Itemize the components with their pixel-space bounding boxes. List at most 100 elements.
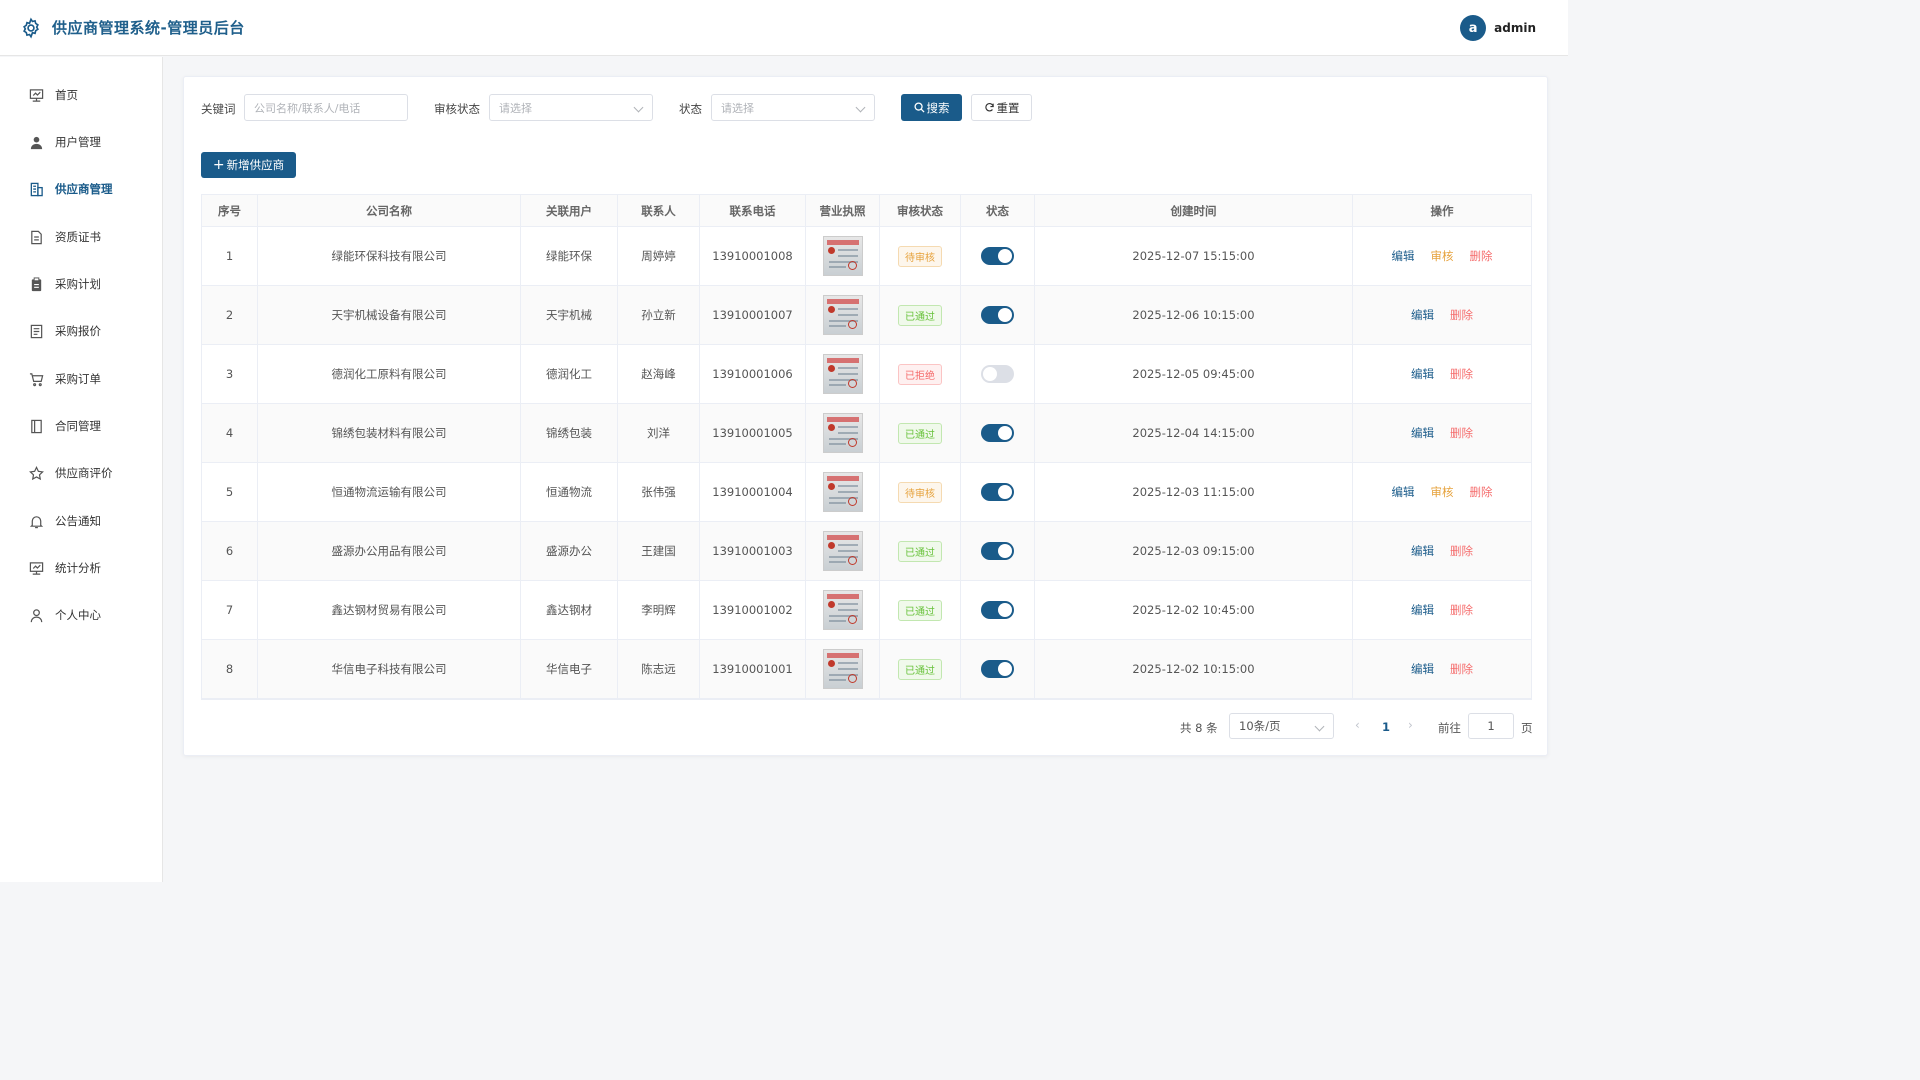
cell-actions: 编辑 审核 删除 xyxy=(1353,463,1531,521)
keyword-input[interactable]: 公司名称/联系人/电话 xyxy=(244,94,408,121)
column-user: 关联用户 xyxy=(521,195,618,226)
audit-button[interactable]: 审核 xyxy=(1431,248,1454,264)
license-thumbnail[interactable] xyxy=(822,413,863,453)
cell-user: 华信电子 xyxy=(521,640,618,698)
cell-created: 2025-12-03 11:15:00 xyxy=(1035,463,1353,521)
cell-created: 2025-12-02 10:45:00 xyxy=(1035,581,1353,639)
cell-phone: 13910001002 xyxy=(700,581,806,639)
cell-index: 3 xyxy=(202,345,258,403)
edit-button[interactable]: 编辑 xyxy=(1411,366,1434,382)
goto-label: 前往 xyxy=(1438,721,1461,735)
cell-audit: 已通过 xyxy=(880,522,961,580)
sidebar-item-contracts[interactable]: 合同管理 xyxy=(0,406,162,446)
status-toggle[interactable] xyxy=(981,424,1014,442)
sidebar-item-purchase-plan[interactable]: 采购计划 xyxy=(0,264,162,304)
audit-status-badge: 已通过 xyxy=(898,304,942,326)
delete-button[interactable]: 删除 xyxy=(1450,661,1473,677)
status-toggle[interactable] xyxy=(981,306,1014,324)
status-toggle[interactable] xyxy=(981,542,1014,560)
cell-phone: 13910001006 xyxy=(700,345,806,403)
edit-button[interactable]: 编辑 xyxy=(1392,484,1415,500)
license-thumbnail[interactable] xyxy=(822,236,863,276)
audit-status-badge: 已通过 xyxy=(898,422,942,444)
cell-contact: 孙立新 xyxy=(618,286,700,344)
table-row: 5 恒通物流运输有限公司 恒通物流 张伟强 13910001004 待审核 2025-12-… xyxy=(202,463,1531,522)
status-toggle[interactable] xyxy=(981,660,1014,678)
cell-actions: 编辑 删除 xyxy=(1353,286,1531,344)
prev-page-icon[interactable]: ‹ xyxy=(1355,718,1360,732)
cell-phone: 13910001004 xyxy=(700,463,806,521)
status-select[interactable]: 请选择 xyxy=(711,94,875,121)
page-number-current[interactable]: 1 xyxy=(1382,720,1390,734)
delete-button[interactable]: 删除 xyxy=(1450,543,1473,559)
delete-button[interactable]: 删除 xyxy=(1450,366,1473,382)
cell-created: 2025-12-06 10:15:00 xyxy=(1035,286,1353,344)
supplier-table: 序号 公司名称 关联用户 联系人 联系电话 营业执照 审核状态 状态 创建时间 … xyxy=(201,194,1532,700)
license-thumbnail[interactable] xyxy=(822,590,863,630)
audit-button[interactable]: 审核 xyxy=(1431,484,1454,500)
audit-status-badge: 已通过 xyxy=(898,599,942,621)
goto-page-input[interactable]: 1 xyxy=(1468,713,1514,739)
audit-status-select[interactable]: 请选择 xyxy=(489,94,653,121)
cell-index: 7 xyxy=(202,581,258,639)
sidebar-item-profile[interactable]: 个人中心 xyxy=(0,595,162,635)
status-toggle[interactable] xyxy=(981,365,1014,383)
sidebar-item-evaluation[interactable]: 供应商评价 xyxy=(0,453,162,493)
search-button[interactable]: 搜索 xyxy=(901,94,962,121)
next-page-icon[interactable]: › xyxy=(1408,718,1413,732)
status-toggle[interactable] xyxy=(981,601,1014,619)
cell-status xyxy=(961,345,1035,403)
license-thumbnail[interactable] xyxy=(822,295,863,335)
cell-license xyxy=(806,581,880,639)
cell-phone: 13910001003 xyxy=(700,522,806,580)
status-toggle[interactable] xyxy=(981,247,1014,265)
delete-button[interactable]: 删除 xyxy=(1450,602,1473,618)
license-thumbnail[interactable] xyxy=(822,472,863,512)
page-size-select[interactable]: 10条/页 xyxy=(1229,713,1334,739)
reset-button-label: 重置 xyxy=(996,100,1020,115)
edit-button[interactable]: 编辑 xyxy=(1392,248,1415,264)
delete-button[interactable]: 删除 xyxy=(1470,248,1493,264)
edit-button[interactable]: 编辑 xyxy=(1411,543,1434,559)
sidebar-item-users[interactable]: 用户管理 xyxy=(0,122,162,162)
sidebar-item-suppliers[interactable]: 供应商管理 xyxy=(0,169,162,209)
column-contact: 联系人 xyxy=(618,195,700,226)
cell-license xyxy=(806,463,880,521)
cell-status xyxy=(961,404,1035,462)
keyword-placeholder: 公司名称/联系人/电话 xyxy=(254,101,361,115)
license-thumbnail[interactable] xyxy=(822,649,863,689)
cell-contact: 陈志远 xyxy=(618,640,700,698)
license-thumbnail[interactable] xyxy=(822,531,863,571)
sidebar-item-home[interactable]: 首页 xyxy=(0,75,162,115)
license-thumbnail[interactable] xyxy=(822,354,863,394)
user-menu[interactable]: a admin xyxy=(1460,15,1536,41)
edit-button[interactable]: 编辑 xyxy=(1411,602,1434,618)
delete-button[interactable]: 删除 xyxy=(1470,484,1493,500)
cell-index: 1 xyxy=(202,227,258,285)
add-supplier-button[interactable]: + 新增供应商 xyxy=(201,152,296,178)
cell-actions: 编辑 删除 xyxy=(1353,581,1531,639)
avatar[interactable]: a xyxy=(1460,15,1487,41)
sidebar-item-orders[interactable]: 采购订单 xyxy=(0,359,162,399)
sidebar-item-notices[interactable]: 公告通知 xyxy=(0,501,162,541)
audit-status-label: 审核状态 xyxy=(434,102,480,116)
sidebar-item-certificates[interactable]: 资质证书 xyxy=(0,217,162,257)
audit-status-badge: 已通过 xyxy=(898,658,942,680)
edit-button[interactable]: 编辑 xyxy=(1411,307,1434,323)
cell-status xyxy=(961,522,1035,580)
cell-created: 2025-12-03 09:15:00 xyxy=(1035,522,1353,580)
delete-button[interactable]: 删除 xyxy=(1450,425,1473,441)
document-icon xyxy=(28,229,44,245)
edit-button[interactable]: 编辑 xyxy=(1411,425,1434,441)
status-toggle[interactable] xyxy=(981,483,1014,501)
cell-company: 盛源办公用品有限公司 xyxy=(258,522,521,580)
sidebar-item-quotes[interactable]: 采购报价 xyxy=(0,311,162,351)
cell-audit: 已拒绝 xyxy=(880,345,961,403)
username[interactable]: admin xyxy=(1494,21,1536,35)
cell-created: 2025-12-02 10:15:00 xyxy=(1035,640,1353,698)
edit-button[interactable]: 编辑 xyxy=(1411,661,1434,677)
cell-index: 4 xyxy=(202,404,258,462)
sidebar-item-statistics[interactable]: 统计分析 xyxy=(0,548,162,588)
reset-button[interactable]: 重置 xyxy=(971,94,1032,121)
delete-button[interactable]: 删除 xyxy=(1450,307,1473,323)
